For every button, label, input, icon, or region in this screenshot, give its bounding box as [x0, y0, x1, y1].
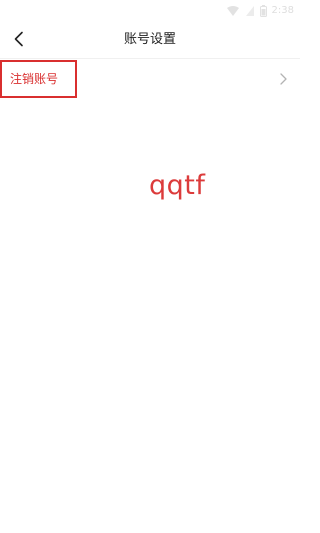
chevron-right-icon	[280, 73, 287, 85]
status-time: 2:38	[271, 5, 294, 16]
nav-bar: 账号设置	[0, 22, 300, 59]
watermark-text: qqtf	[149, 170, 206, 201]
page-title: 账号设置	[123, 32, 176, 47]
cancel-account-row[interactable]: 注销账号	[0, 59, 300, 99]
battery-icon	[259, 5, 267, 17]
wifi-icon	[226, 6, 239, 16]
signal-icon	[245, 6, 254, 16]
cancel-account-label: 注销账号	[10, 72, 59, 86]
status-bar: 2:38	[0, 0, 300, 22]
status-icons: 2:38	[226, 4, 294, 18]
